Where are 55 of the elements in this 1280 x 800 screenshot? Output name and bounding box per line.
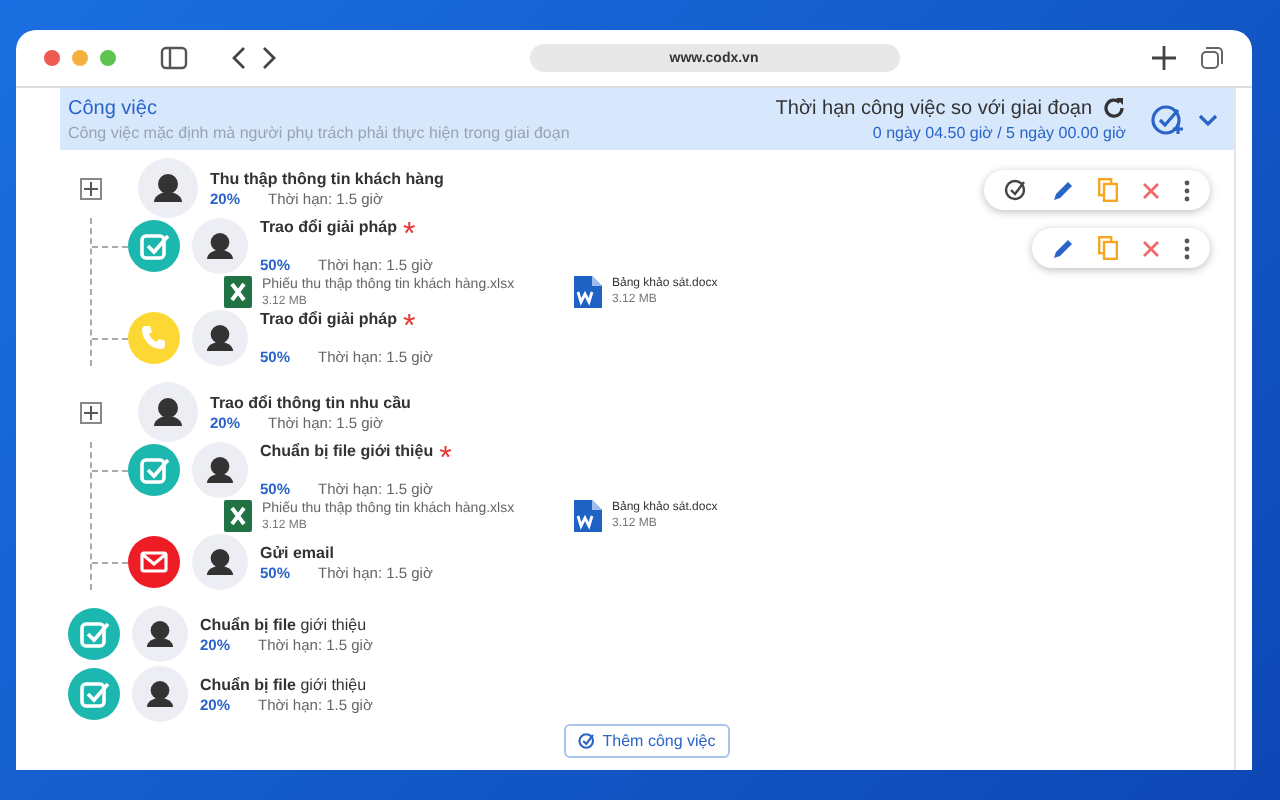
sidebar-icon[interactable] [160, 46, 188, 70]
edit-icon[interactable] [1052, 237, 1074, 259]
task-check-icon [68, 608, 120, 660]
avatar-icon [132, 666, 188, 722]
avatar-icon [138, 382, 198, 442]
refresh-icon[interactable] [1102, 96, 1126, 120]
expand-icon[interactable] [80, 401, 102, 423]
delete-icon[interactable] [1142, 239, 1160, 257]
avatar-icon [192, 442, 248, 498]
email-icon [128, 536, 180, 588]
assign-icon[interactable] [1004, 178, 1028, 202]
close-dot[interactable] [44, 50, 60, 66]
more-icon[interactable] [1184, 179, 1190, 201]
task-name[interactable]: Chuẩn bị file giới thiệu [200, 675, 367, 693]
deadline-label: Thời hạn công việc so với giai đoạn [775, 97, 1092, 119]
phone-icon [128, 312, 180, 364]
avatar-icon [132, 606, 188, 662]
assign-task-icon[interactable] [1150, 103, 1186, 135]
required-mark: * [402, 310, 416, 346]
required-mark: * [402, 218, 416, 254]
document-file-icon [574, 276, 602, 308]
expand-icon[interactable] [80, 177, 102, 199]
avatar-icon [192, 218, 248, 274]
section-title: Công việc [68, 97, 159, 119]
task-name[interactable]: Trao đổi giải pháp [260, 310, 397, 328]
avatar-icon [192, 534, 248, 590]
task-check-icon [68, 668, 120, 720]
avatar-icon [192, 310, 248, 366]
back-icon[interactable] [232, 46, 248, 70]
spreadsheet-file-icon [224, 276, 252, 308]
section-subtitle: Công việc mặc định mà người phụ trách phải thực hiện trong giai đoạn [68, 123, 572, 141]
task-check-icon [128, 444, 180, 496]
task-name[interactable]: Trao đổi thông tin nhu cầu [210, 393, 411, 411]
task-check-icon [128, 220, 180, 272]
new-tab-icon[interactable] [1152, 46, 1176, 70]
required-mark: * [439, 442, 452, 478]
task-name[interactable]: Gửi email [260, 543, 334, 561]
task-name[interactable]: Chuẩn bị file giới thiệu [200, 615, 367, 633]
add-task-button[interactable]: Thêm công việc [564, 724, 730, 758]
deadline-value: 0 ngày 04.50 giờ / 5 ngày 00.00 giờ [872, 124, 1126, 142]
delete-icon[interactable] [1142, 181, 1160, 199]
document-file-icon [574, 500, 602, 532]
task-name[interactable]: Trao đổi giải pháp [260, 218, 397, 236]
chevron-down-icon[interactable] [1198, 111, 1218, 127]
task-name[interactable]: Chuẩn bị file giới thiệu [260, 442, 434, 460]
forward-icon[interactable] [260, 46, 276, 70]
more-icon[interactable] [1184, 237, 1190, 259]
maximize-dot[interactable] [100, 50, 116, 66]
minimize-dot[interactable] [72, 50, 88, 66]
spreadsheet-file-icon [224, 500, 252, 532]
edit-icon[interactable] [1052, 179, 1074, 201]
avatar-icon [138, 158, 198, 218]
check-circle-icon [578, 732, 597, 750]
task-name[interactable]: Thu thập thông tin khách hàng [210, 169, 444, 187]
tabs-icon[interactable] [1200, 46, 1224, 70]
